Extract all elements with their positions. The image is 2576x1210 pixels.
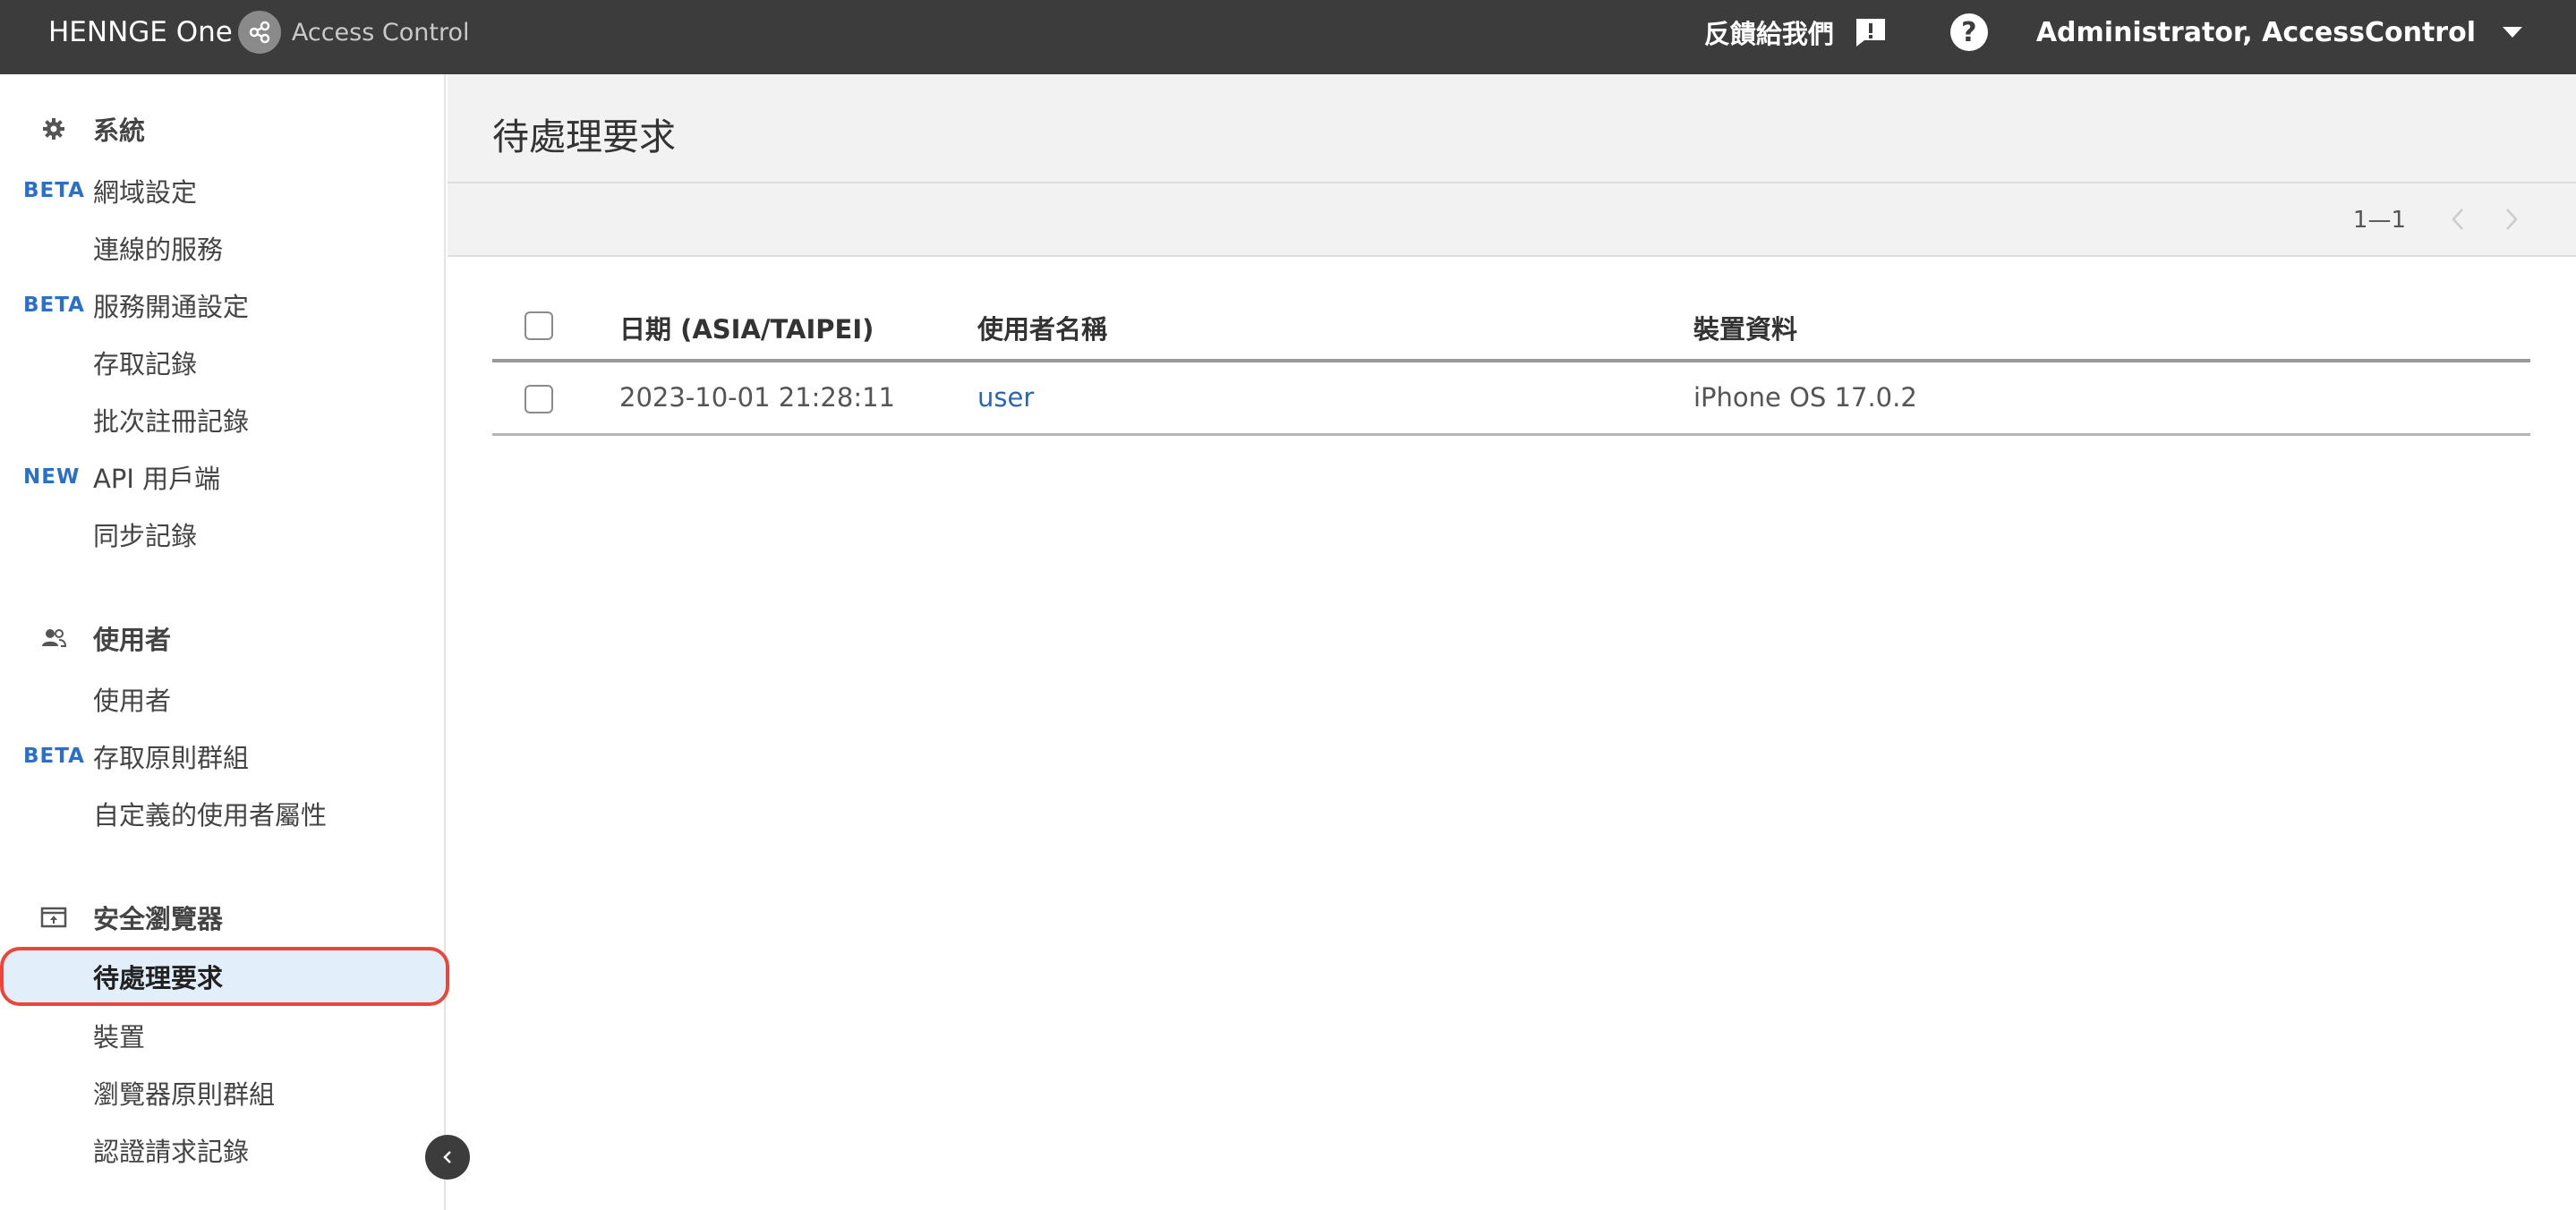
sidebar-item-label: 瀏覽器原則群組	[93, 1079, 276, 1110]
pending-requests-table: 日期 (ASIA/TAIPEI) 使用者名稱 裝置資料 2023-10-01 2…	[492, 289, 2530, 436]
table-header-row: 日期 (ASIA/TAIPEI) 使用者名稱 裝置資料	[492, 289, 2530, 362]
section-title-users: 使用者	[93, 625, 172, 655]
row-date: 2023-10-01 21:28:11	[619, 382, 895, 413]
sidebar-item-pending-requests[interactable]: 待處理要求	[0, 947, 449, 1006]
sidebar-item-label: 存取記錄	[93, 349, 198, 379]
sidebar-item-label: API 用戶端	[93, 464, 221, 494]
sidebar-item-label: 存取原則群組	[93, 743, 250, 773]
sidebar-item-access-policy-groups[interactable]: BETA 存取原則群組	[0, 731, 446, 781]
sidebar-item-users[interactable]: 使用者	[0, 674, 446, 724]
sidebar-item-batch-logs[interactable]: 批次註冊記錄	[0, 395, 446, 445]
user-menu[interactable]: Administrator, AccessControl	[2036, 17, 2522, 48]
table-body-wrapper: 日期 (ASIA/TAIPEI) 使用者名稱 裝置資料 2023-10-01 2…	[492, 289, 2530, 436]
column-header-date[interactable]: 日期 (ASIA/TAIPEI)	[619, 309, 874, 346]
sidebar-item-label: 裝置	[93, 1022, 146, 1052]
sidebar-item-connected-services[interactable]: 連線的服務	[0, 223, 446, 273]
feedback-label: 反饋給我們	[1703, 19, 1834, 49]
section-system: 系統	[0, 107, 446, 151]
column-header-username[interactable]: 使用者名稱	[977, 309, 1107, 346]
sidebar-item-custom-attributes[interactable]: 自定義的使用者屬性	[0, 788, 446, 839]
row-checkbox[interactable]	[525, 385, 553, 413]
gear-icon	[39, 115, 68, 143]
beta-badge: BETA	[23, 294, 85, 317]
sidebar-item-label: 自定義的使用者屬性	[93, 800, 328, 831]
section-users: 使用者	[0, 616, 446, 660]
new-badge: NEW	[23, 465, 81, 489]
feedback-button[interactable]: 反饋給我們	[1704, 13, 1888, 51]
sidebar-item-label: 認證請求記錄	[93, 1137, 250, 1167]
chevron-left-icon[interactable]	[2440, 201, 2476, 237]
sidebar-item-label: 批次註冊記錄	[93, 406, 250, 437]
top-bar: HENNGE One Access Control 反饋給我們 ? Admini…	[0, 0, 2576, 74]
row-user-link[interactable]: user	[977, 382, 1034, 413]
table-row: 2023-10-01 21:28:11 user iPhone OS 17.0.…	[492, 362, 2530, 436]
sidebar-item-label: 待處理要求	[93, 963, 224, 993]
sidebar-item-label: 網域設定	[93, 177, 198, 208]
section-title-system: 系統	[93, 115, 146, 146]
section-title-secure-browser: 安全瀏覽器	[93, 904, 224, 934]
users-icon	[39, 624, 68, 652]
select-all-checkbox[interactable]	[525, 311, 553, 340]
brand-logo[interactable]: HENNGE One Access Control	[48, 0, 469, 64]
main-content: 待處理要求 1—1 日期 (ASIA/TAIPEI) 使用者名稱 裝置資料 20…	[448, 74, 2576, 1210]
table-toolbar: 1—1	[448, 183, 2576, 257]
beta-badge: BETA	[23, 745, 85, 768]
chevron-right-icon[interactable]	[2494, 201, 2529, 237]
caret-down-icon	[2503, 27, 2522, 38]
page-title: 待處理要求	[492, 115, 676, 158]
feedback-icon	[1855, 19, 1885, 47]
sidebar-item-label: 連線的服務	[93, 234, 224, 265]
sidebar-item-label: 服務開通設定	[93, 292, 250, 322]
sidebar-item-provisioning[interactable]: BETA 服務開通設定	[0, 280, 446, 330]
brand-name: HENNGE One	[48, 16, 233, 48]
sidebar-item-domain-settings[interactable]: BETA 網域設定	[0, 166, 446, 216]
sidebar-item-label: 使用者	[93, 686, 172, 716]
pagination-range: 1—1	[2352, 207, 2406, 234]
sidebar-item-sync-logs[interactable]: 同步記錄	[0, 509, 446, 559]
user-label: Administrator, AccessControl	[2035, 16, 2476, 48]
sidebar-item-api-clients[interactable]: NEW API 用戶端	[0, 452, 446, 502]
sidebar-item-access-logs[interactable]: 存取記錄	[0, 337, 446, 388]
sidebar-item-devices[interactable]: 裝置	[0, 1010, 446, 1061]
top-right-actions: 反饋給我們 ? Administrator, AccessControl	[1704, 0, 2576, 64]
secure-browser-icon	[39, 903, 68, 932]
section-secure-browser: 安全瀏覽器	[0, 895, 446, 940]
henngeone-logo-icon	[237, 11, 281, 54]
sidebar: 系統 BETA 網域設定 連線的服務 BETA 服務開通設定 存取記錄 批次註冊…	[0, 74, 449, 1210]
column-header-device[interactable]: 裝置資料	[1693, 309, 1797, 346]
product-name: Access Control	[291, 18, 470, 47]
row-device-info: iPhone OS 17.0.2	[1693, 382, 1917, 413]
beta-badge: BETA	[23, 179, 85, 202]
sidebar-item-auth-request-logs[interactable]: 認證請求記錄	[0, 1125, 446, 1175]
page-header: 待處理要求	[448, 74, 2576, 183]
sidebar-item-browser-policy-groups[interactable]: 瀏覽器原則群組	[0, 1068, 446, 1118]
question-circle-icon[interactable]: ?	[1949, 13, 1988, 51]
sidebar-item-label: 同步記錄	[93, 521, 198, 551]
